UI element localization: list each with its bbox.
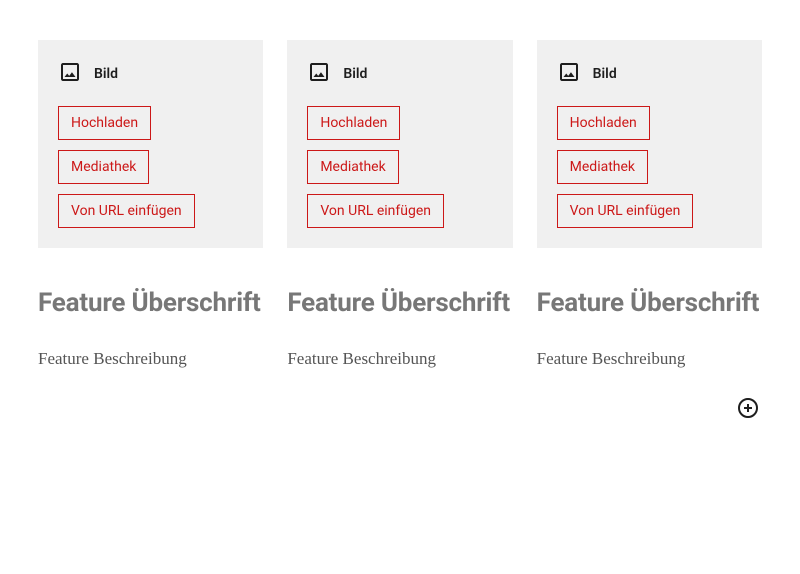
plus-circle-icon (736, 396, 760, 423)
upload-button[interactable]: Hochladen (557, 106, 650, 140)
upload-button[interactable]: Hochladen (307, 106, 400, 140)
image-icon (58, 60, 82, 88)
insert-from-url-button[interactable]: Von URL einfügen (557, 194, 694, 228)
placeholder-header: Bild (58, 60, 243, 88)
placeholder-header: Bild (557, 60, 742, 88)
upload-button[interactable]: Hochladen (58, 106, 151, 140)
feature-heading[interactable]: Feature Überschrift (537, 286, 762, 321)
placeholder-buttons: Hochladen Mediathek Von URL einfügen (557, 106, 742, 228)
feature-column: Bild Hochladen Mediathek Von URL einfüge… (287, 40, 512, 369)
placeholder-header: Bild (307, 60, 492, 88)
feature-description[interactable]: Feature Beschreibung (537, 349, 762, 369)
feature-description[interactable]: Feature Beschreibung (287, 349, 512, 369)
feature-columns: Bild Hochladen Mediathek Von URL einfüge… (38, 40, 762, 369)
image-icon (307, 60, 331, 88)
feature-column: Bild Hochladen Mediathek Von URL einfüge… (38, 40, 263, 369)
image-block-placeholder: Bild Hochladen Mediathek Von URL einfüge… (38, 40, 263, 248)
feature-column: Bild Hochladen Mediathek Von URL einfüge… (537, 40, 762, 369)
block-appender-wrap (38, 397, 762, 421)
media-library-button[interactable]: Mediathek (557, 150, 648, 184)
placeholder-label: Bild (94, 66, 118, 82)
feature-heading[interactable]: Feature Überschrift (38, 286, 263, 321)
feature-description[interactable]: Feature Beschreibung (38, 349, 263, 369)
image-block-placeholder: Bild Hochladen Mediathek Von URL einfüge… (287, 40, 512, 248)
image-block-placeholder: Bild Hochladen Mediathek Von URL einfüge… (537, 40, 762, 248)
placeholder-label: Bild (343, 66, 367, 82)
insert-from-url-button[interactable]: Von URL einfügen (307, 194, 444, 228)
insert-from-url-button[interactable]: Von URL einfügen (58, 194, 195, 228)
placeholder-label: Bild (593, 66, 617, 82)
placeholder-buttons: Hochladen Mediathek Von URL einfügen (58, 106, 243, 228)
media-library-button[interactable]: Mediathek (58, 150, 149, 184)
placeholder-buttons: Hochladen Mediathek Von URL einfügen (307, 106, 492, 228)
add-block-button[interactable] (736, 397, 760, 421)
image-icon (557, 60, 581, 88)
feature-heading[interactable]: Feature Überschrift (287, 286, 512, 321)
media-library-button[interactable]: Mediathek (307, 150, 398, 184)
